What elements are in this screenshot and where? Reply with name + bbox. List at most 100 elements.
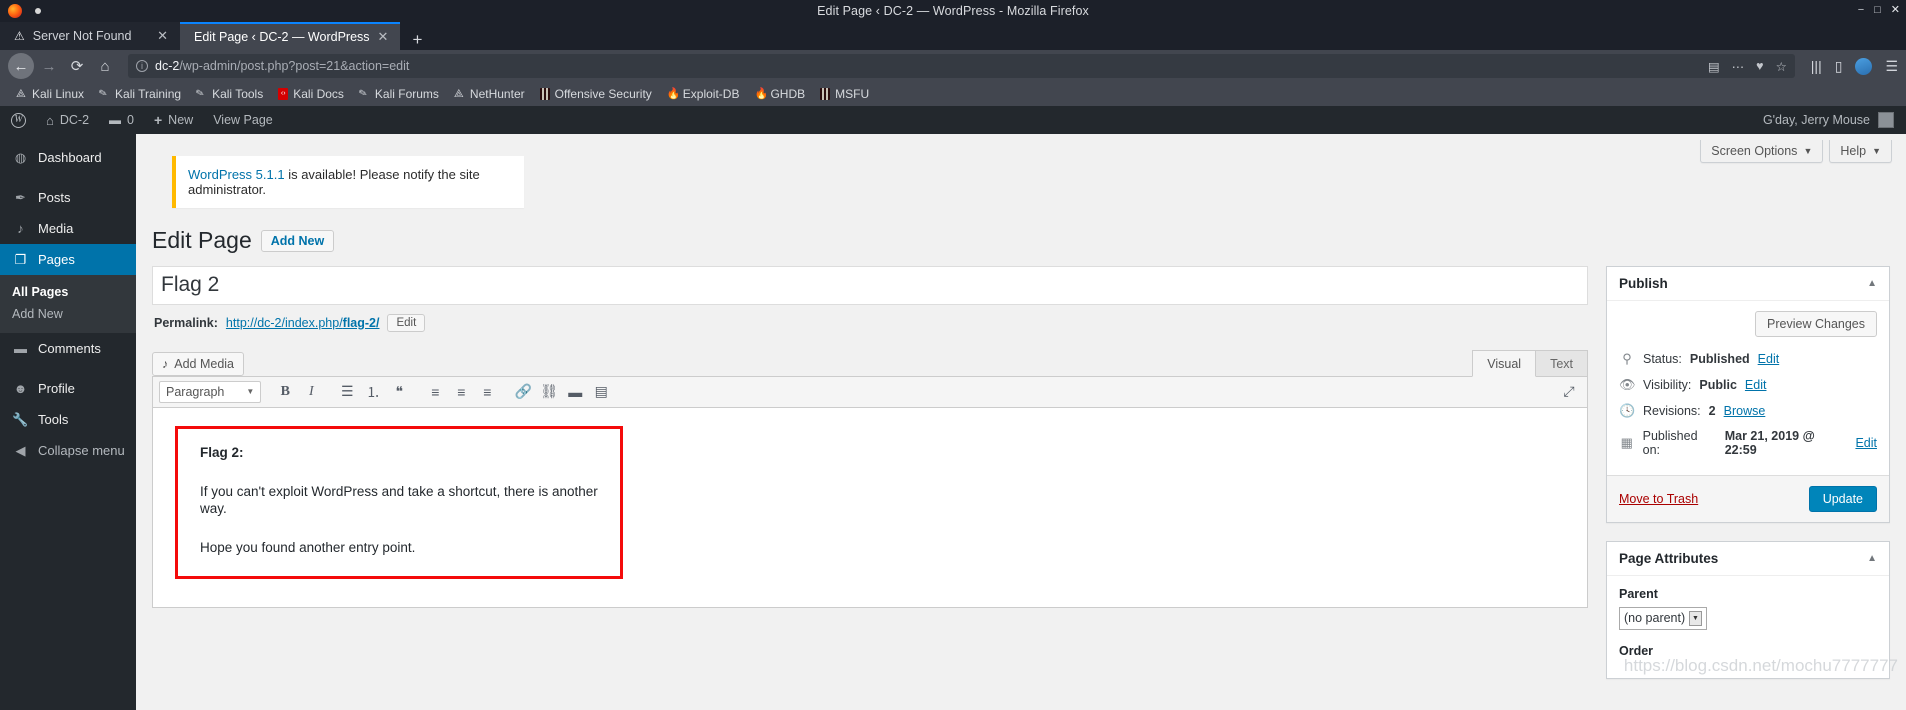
- publish-box: Publish ▲ Preview Changes ⚲ Status: Publ…: [1606, 265, 1890, 523]
- account-icon[interactable]: [1855, 57, 1873, 75]
- order-label: Order: [1619, 643, 1654, 658]
- read-more-icon[interactable]: ▬: [563, 381, 587, 403]
- bookmark-exploit-db[interactable]: 🔥 Exploit-DB: [661, 86, 746, 102]
- chevron-down-icon: ▼: [1689, 610, 1702, 626]
- editor-content-area[interactable]: Flag 2: If you can't exploit WordPress a…: [152, 407, 1588, 608]
- page-actions-icon[interactable]: ⋯: [1732, 59, 1745, 74]
- add-media-label: Add Media: [174, 356, 235, 371]
- permalink-link[interactable]: http://dc-2/index.php/flag-2/: [226, 316, 380, 330]
- comments-button[interactable]: ▬ 0: [99, 106, 144, 134]
- align-left-icon[interactable]: ≡: [423, 381, 447, 403]
- hamburger-menu-icon[interactable]: ☰: [1885, 58, 1898, 75]
- sidebar-item-pages[interactable]: ❐ Pages: [0, 244, 144, 275]
- bookmark-kali-tools[interactable]: ✎ Kali Tools: [190, 86, 269, 102]
- blockquote-icon[interactable]: ❝: [387, 381, 411, 403]
- new-tab-button[interactable]: +: [400, 31, 434, 50]
- view-page-button[interactable]: View Page: [203, 106, 283, 134]
- page-title: Edit Page: [152, 227, 252, 253]
- italic-icon[interactable]: I: [299, 381, 323, 403]
- sidebar-icon[interactable]: ▯: [1835, 58, 1843, 75]
- help-label: Help: [1840, 144, 1867, 158]
- browser-tab-edit-page[interactable]: Edit Page ‹ DC-2 — WordPress ✕: [180, 22, 401, 50]
- chevron-up-icon[interactable]: ▲: [1867, 553, 1877, 564]
- sidebar-item-collapse-menu[interactable]: ◀ Collapse menu: [0, 435, 136, 466]
- pocket-icon[interactable]: ♥: [1756, 59, 1763, 73]
- bookmark-kali-linux[interactable]: ⟁ Kali Linux: [10, 86, 90, 102]
- library-icon[interactable]: |||: [1811, 58, 1822, 74]
- post-title-input[interactable]: [152, 265, 1588, 305]
- bookmark-kali-training[interactable]: ✎ Kali Training: [93, 86, 187, 102]
- bold-icon[interactable]: B: [273, 381, 297, 403]
- bookmark-offensive-security[interactable]: Offensive Security: [534, 86, 658, 102]
- toolbar-toggle-icon[interactable]: ▤: [589, 381, 613, 403]
- bookmark-kali-forums[interactable]: ✎ Kali Forums: [353, 86, 445, 102]
- bookmark-label: GHDB: [770, 87, 806, 101]
- reader-view-icon[interactable]: ▤: [1708, 59, 1720, 74]
- publish-box-header: Publish ▲: [1607, 267, 1889, 301]
- forward-button[interactable]: →: [36, 53, 62, 79]
- edit-status-link[interactable]: Edit: [1758, 352, 1780, 366]
- preview-changes-button[interactable]: Preview Changes: [1755, 310, 1877, 337]
- visibility-value: Public: [1699, 377, 1737, 392]
- wp-logo-button[interactable]: W: [0, 106, 36, 134]
- menu-separator: [0, 364, 136, 373]
- update-button[interactable]: Update: [1808, 485, 1877, 512]
- minimize-button[interactable]: −: [1858, 3, 1864, 17]
- paragraph-format-select[interactable]: Paragraph ▼: [159, 380, 262, 403]
- flame-icon: 🔥: [754, 88, 769, 100]
- tab-visual[interactable]: Visual: [1472, 349, 1537, 377]
- fullscreen-icon[interactable]: ⤢: [1557, 381, 1581, 403]
- close-icon[interactable]: ✕: [378, 29, 389, 45]
- screen-options-button[interactable]: Screen Options ▼: [1700, 140, 1824, 163]
- maximize-button[interactable]: □: [1874, 3, 1881, 17]
- url-bar[interactable]: i dc-2/wp-admin/post.php?post=21&action=…: [128, 54, 1795, 78]
- close-button[interactable]: ✕: [1891, 3, 1900, 17]
- bookmark-ghdb[interactable]: 🔥 GHDB: [748, 86, 811, 102]
- help-button[interactable]: Help ▼: [1829, 140, 1892, 163]
- site-info-icon[interactable]: i: [136, 60, 148, 72]
- align-center-icon[interactable]: ≡: [449, 381, 473, 403]
- sidebar-item-dashboard[interactable]: ◍ Dashboard: [0, 142, 136, 173]
- edit-permalink-button[interactable]: Edit: [387, 313, 426, 332]
- new-content-button[interactable]: + New: [144, 106, 203, 134]
- back-button[interactable]: ←: [8, 53, 34, 79]
- edit-published-date-link[interactable]: Edit: [1855, 436, 1877, 450]
- parent-select[interactable]: (no parent) ▼: [1619, 606, 1707, 630]
- edit-visibility-link[interactable]: Edit: [1745, 378, 1767, 392]
- bookmark-msfu[interactable]: MSFU: [814, 86, 875, 102]
- chevron-up-icon[interactable]: ▲: [1867, 278, 1877, 289]
- sidebar-item-profile[interactable]: ☻ Profile: [0, 373, 136, 404]
- tab-text[interactable]: Text: [1535, 349, 1588, 376]
- wordpress-update-link[interactable]: WordPress 5.1.1: [188, 167, 285, 182]
- dragon-icon: ⟁: [16, 88, 26, 100]
- link-icon[interactable]: 🔗: [511, 381, 535, 403]
- sidebar-item-posts[interactable]: ✒ Posts: [0, 182, 136, 213]
- align-right-icon[interactable]: ≡: [475, 381, 499, 403]
- submenu-item-add-new[interactable]: Add New: [0, 303, 136, 325]
- add-media-button[interactable]: ♪ Add Media: [152, 351, 245, 376]
- move-to-trash-link[interactable]: Move to Trash: [1619, 492, 1698, 506]
- browse-revisions-link[interactable]: Browse: [1724, 404, 1766, 418]
- site-name-button[interactable]: ⌂ DC-2: [36, 106, 99, 134]
- submenu-item-all-pages[interactable]: All Pages: [0, 281, 136, 303]
- bookmark-kali-docs[interactable]: ‹› Kali Docs: [272, 86, 350, 102]
- account-area[interactable]: G'day, Jerry Mouse: [1763, 112, 1906, 128]
- unlink-icon[interactable]: ⛓: [537, 381, 561, 403]
- warning-icon: ⚠: [14, 29, 25, 43]
- sidebar-item-label: Posts: [38, 190, 71, 205]
- sidebar-item-tools[interactable]: 🔧 Tools: [0, 404, 136, 435]
- close-icon[interactable]: ✕: [157, 28, 168, 44]
- home-button[interactable]: ⌂: [92, 53, 118, 79]
- numbered-list-icon[interactable]: ⒈: [361, 381, 385, 403]
- published-on-value: Mar 21, 2019 @ 22:59: [1724, 428, 1815, 457]
- bookmark-star-icon[interactable]: ☆: [1776, 59, 1787, 74]
- browser-tab-server-not-found[interactable]: ⚠ Server Not Found ✕: [0, 22, 180, 50]
- sidebar-item-media[interactable]: ♪ Media: [0, 213, 136, 244]
- add-new-button[interactable]: Add New: [260, 229, 335, 252]
- sidebar-item-label: Media: [38, 221, 74, 236]
- sidebar-column: Publish ▲ Preview Changes ⚲ Status: Publ…: [1606, 265, 1890, 697]
- bookmark-nethunter[interactable]: ⟁ NetHunter: [448, 86, 531, 102]
- bulleted-list-icon[interactable]: ☰: [335, 381, 359, 403]
- sidebar-item-comments[interactable]: ▬ Comments: [0, 333, 136, 364]
- reload-button[interactable]: ⟳: [64, 53, 90, 79]
